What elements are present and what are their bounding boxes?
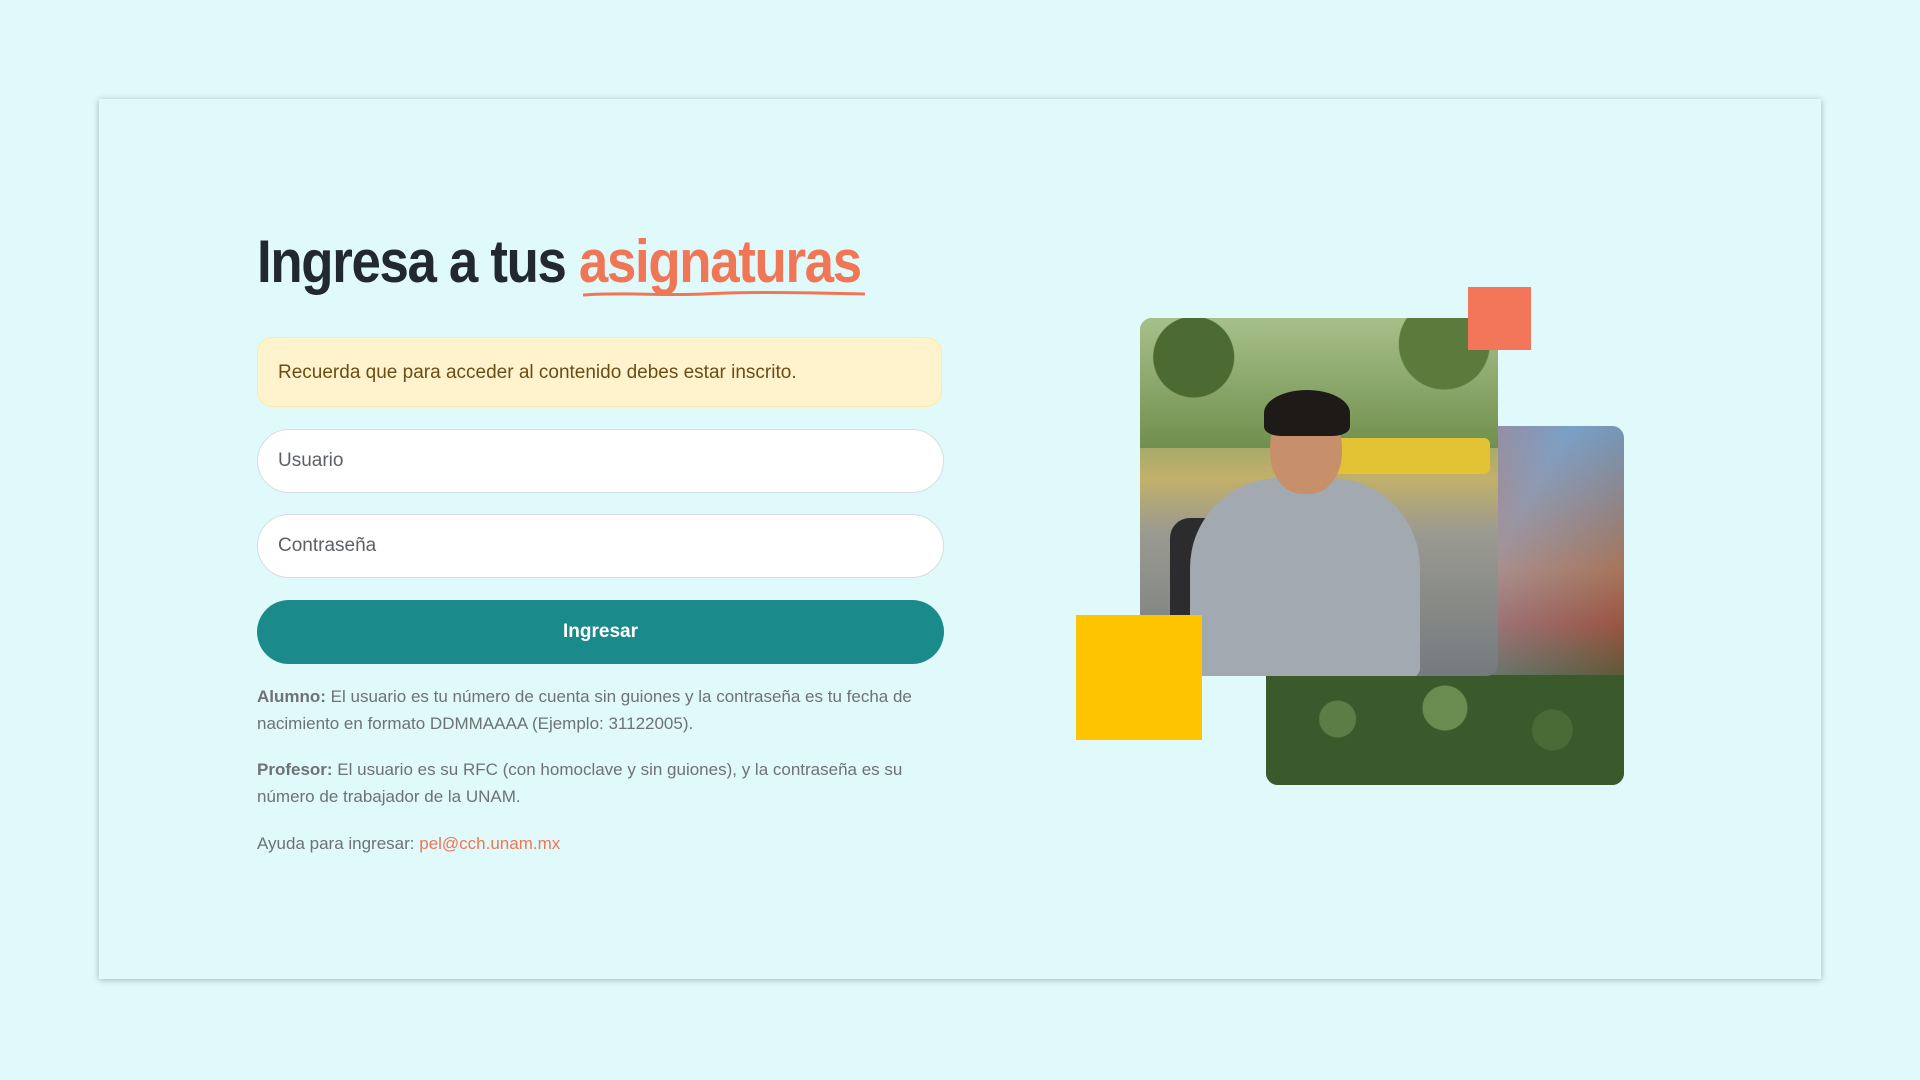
enrollment-notice: Recuerda que para acceder al contenido d…: [257, 337, 942, 407]
bushes: [1266, 675, 1624, 785]
help-profesor: Profesor: El usuario es su RFC (con homo…: [257, 756, 957, 810]
yellow-square-decoration: [1076, 615, 1202, 740]
help-alumno: Alumno: El usuario es tu número de cuent…: [257, 683, 957, 737]
orange-square-decoration: [1468, 287, 1531, 350]
student-figure: [1170, 378, 1420, 676]
username-input[interactable]: [257, 429, 944, 493]
help-contact-label: Ayuda para ingresar:: [257, 834, 420, 853]
help-alumno-label: Alumno:: [257, 687, 326, 706]
login-submit-button[interactable]: Ingresar: [257, 600, 944, 664]
help-alumno-text: El usuario es tu número de cuenta sin gu…: [257, 687, 912, 733]
help-email-link[interactable]: pel@cch.unam.mx: [419, 834, 560, 853]
help-profesor-text: El usuario es su RFC (con homoclave y si…: [257, 760, 903, 806]
help-contact: Ayuda para ingresar: pel@cch.unam.mx: [257, 830, 957, 857]
password-input[interactable]: [257, 514, 944, 578]
page-title-prefix: Ingresa a tus: [257, 228, 567, 295]
page-title-highlight: asignaturas: [578, 228, 862, 295]
title-underline-decoration: [583, 291, 865, 297]
gray-hoodie: [1190, 478, 1420, 676]
page-title: Ingresa a tus asignaturas: [257, 225, 862, 299]
help-profesor-label: Profesor:: [257, 760, 333, 779]
student-hair: [1264, 390, 1350, 436]
